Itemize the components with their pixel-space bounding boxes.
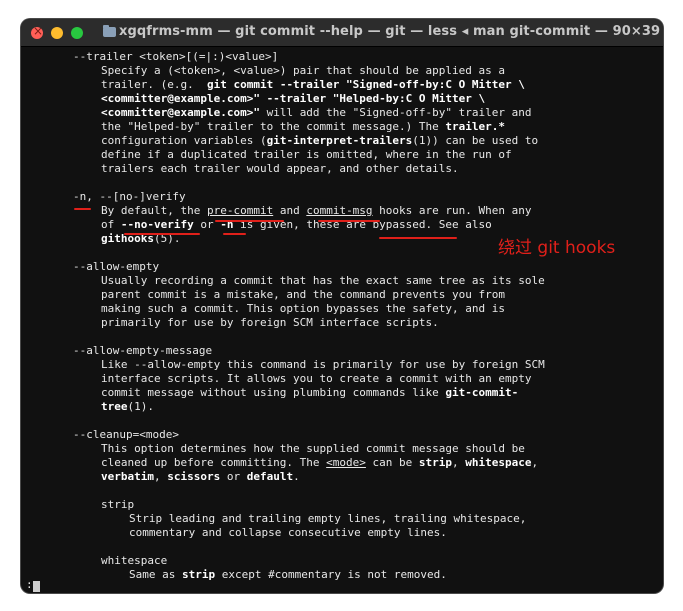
text-line: Specify a (<token>, <value>) pair that s… — [101, 64, 505, 77]
text-line: <committer@example.com>" --trailer "Help… — [101, 92, 486, 105]
text-line: making such a commit. This option bypass… — [101, 302, 505, 315]
text-line: <committer@example.com>" will add the "S… — [101, 106, 532, 119]
text-line: define if a duplicated trailer is omitte… — [101, 148, 512, 161]
text-line: trailers each trailer would appear, and … — [101, 162, 459, 175]
text-line: verbatim, scissors or default. — [101, 470, 300, 483]
underline-mark — [124, 233, 200, 235]
close-button[interactable] — [31, 24, 43, 39]
text-line: commit message without using plumbing co… — [101, 386, 519, 399]
mode-heading-whitespace: whitespace — [101, 554, 168, 567]
annotation-text: 绕过 git hooks — [498, 238, 616, 258]
text-line: interface scripts. It allows you to crea… — [101, 372, 532, 385]
text-line: commentary and collapse consecutive empt… — [129, 526, 447, 539]
text-line: This option determines how the supplied … — [101, 442, 525, 455]
terminal-window: xgqfrms-mm — git commit --help — git — l… — [21, 19, 663, 593]
underline-mark — [74, 208, 91, 210]
option-cleanup: --cleanup=<mode> — [73, 428, 179, 441]
text-line: Same as strip except #commentary is not … — [129, 568, 447, 581]
folder-icon — [103, 25, 116, 37]
text-cursor — [33, 581, 40, 592]
text-line: cleaned up before committing. The <mode>… — [101, 456, 539, 469]
underline-mark — [379, 237, 457, 239]
underline-mark — [223, 233, 246, 235]
minimize-button[interactable] — [51, 27, 63, 39]
text-line: parent commit is a mistake, and the comm… — [101, 288, 505, 301]
text-line: tree(1). — [101, 400, 154, 413]
zoom-button[interactable] — [71, 27, 83, 39]
underline-mark — [215, 220, 284, 222]
window-title: xgqfrms-mm — git commit --help — git — l… — [119, 24, 661, 39]
underline-mark — [318, 220, 380, 222]
text-line: By default, the pre-commit and commit-ms… — [101, 204, 532, 217]
option-allow-empty: --allow-empty — [73, 260, 160, 273]
option-allow-empty-message: --allow-empty-message — [73, 344, 213, 357]
pager-prompt[interactable]: : — [26, 578, 33, 591]
mode-heading-strip: strip — [101, 498, 135, 511]
option-no-verify: -n, --[no-]verify — [73, 190, 186, 203]
text-line: configuration variables (git-interpret-t… — [101, 134, 539, 147]
title-bar[interactable]: xgqfrms-mm — git commit --help — git — l… — [21, 19, 663, 47]
option-trailer: --trailer <token>[(=|:)<value>] — [73, 50, 279, 63]
text-line: primarily for use by foreign SCM interfa… — [101, 316, 439, 329]
text-line: of --no-verify or -n is given, these are… — [101, 218, 492, 231]
text-line: the "Helped-by" trailer to the commit me… — [101, 120, 505, 133]
text-line: Strip leading and trailing empty lines, … — [129, 512, 527, 525]
text-line: Usually recording a commit that has the … — [101, 274, 545, 287]
text-line: Like --allow-empty this command is prima… — [101, 358, 545, 371]
terminal-content[interactable]: --trailer <token>[(=|:)<value>] Specify … — [21, 47, 663, 593]
text-line: trailer. (e.g. git commit --trailer "Sig… — [101, 78, 525, 91]
